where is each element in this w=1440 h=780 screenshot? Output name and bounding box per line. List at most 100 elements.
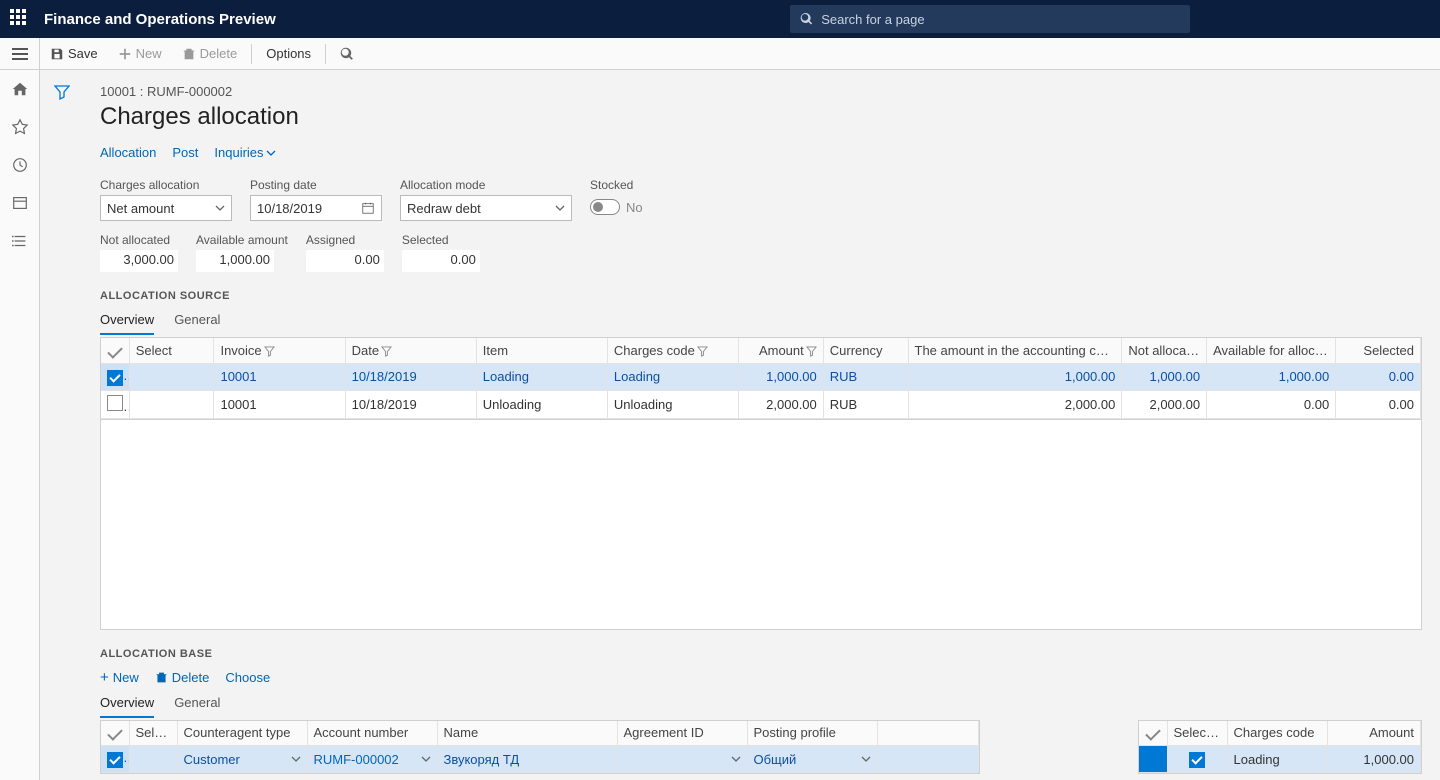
charges-allocation-select[interactable]: Net amount xyxy=(100,195,232,221)
col-invoice[interactable]: Invoice xyxy=(214,338,345,363)
base-choose-button[interactable]: Choose xyxy=(225,670,270,685)
col-charges-code[interactable]: Charges code xyxy=(607,338,738,363)
col-amount[interactable]: Amount xyxy=(739,338,824,363)
posting-date-input[interactable]: 10/18/2019 xyxy=(250,195,382,221)
source-grid: Select Invoice Date Item Charges code Am… xyxy=(100,337,1422,420)
chevron-down-icon xyxy=(291,754,301,764)
account-select[interactable]: RUMF-000002 xyxy=(314,752,431,767)
tab-overview-base[interactable]: Overview xyxy=(100,695,154,718)
col-counteragent[interactable]: Counteragent type xyxy=(177,721,307,746)
filter-icon xyxy=(264,346,275,357)
main-layout: 10001 : RUMF-000002 Charges allocation A… xyxy=(0,70,1440,780)
left-rail xyxy=(0,70,40,780)
header-fields: Charges allocation Net amount Posting da… xyxy=(100,178,1422,221)
base-delete-button[interactable]: Delete xyxy=(155,670,210,685)
stats-row: Not allocated3,000.00 Available amount1,… xyxy=(100,233,1422,272)
col-date[interactable]: Date xyxy=(345,338,476,363)
select-all-base2[interactable] xyxy=(1139,721,1167,746)
base-row[interactable]: Customer RUMF-000002 Звукоряд ТД Общий xyxy=(101,746,979,773)
workspace-icon[interactable] xyxy=(11,194,29,212)
allocation-action[interactable]: Allocation xyxy=(100,145,156,160)
row-check[interactable] xyxy=(107,752,123,768)
delete-button[interactable]: Delete xyxy=(172,38,248,70)
tab-general-base[interactable]: General xyxy=(174,695,220,718)
filter-icon[interactable] xyxy=(54,84,70,100)
stocked-toggle[interactable] xyxy=(590,199,620,215)
col-acc-amount[interactable]: The amount in the accounting currency xyxy=(908,338,1122,363)
nav-toggle[interactable] xyxy=(0,38,40,70)
hamburger-icon xyxy=(12,48,28,60)
col-account[interactable]: Account number xyxy=(307,721,437,746)
stocked-value: No xyxy=(626,200,643,215)
plus-icon xyxy=(118,47,132,61)
profile-select[interactable]: Общий xyxy=(754,752,871,767)
select-all-base[interactable] xyxy=(101,721,129,746)
posting-date-field: Posting date 10/18/2019 xyxy=(250,178,382,221)
base-new-button[interactable]: +New xyxy=(100,670,139,685)
plus-icon: + xyxy=(100,670,109,685)
app-launcher-icon[interactable] xyxy=(10,9,30,29)
save-icon xyxy=(50,47,64,61)
charges-allocation-field: Charges allocation Net amount xyxy=(100,178,232,221)
inquiries-dropdown[interactable]: Inquiries xyxy=(214,145,275,160)
tab-overview-source[interactable]: Overview xyxy=(100,312,154,335)
base-row-layout: Select Counteragent type Account number … xyxy=(100,718,1422,775)
col-not-allocated[interactable]: Not allocated xyxy=(1122,338,1207,363)
col-code2[interactable]: Charges code xyxy=(1227,721,1327,746)
base-action-bar: +New Delete Choose xyxy=(100,670,1422,685)
recent-icon[interactable] xyxy=(11,156,29,174)
home-icon[interactable] xyxy=(11,80,29,98)
search-input[interactable] xyxy=(821,12,1180,27)
modules-icon[interactable] xyxy=(11,232,29,250)
col-amount2[interactable]: Amount xyxy=(1327,721,1421,746)
counteragent-select[interactable]: Customer xyxy=(184,752,301,767)
content-area: 10001 : RUMF-000002 Charges allocation A… xyxy=(40,70,1440,780)
options-button[interactable]: Options xyxy=(256,38,321,70)
base-grid: Select Counteragent type Account number … xyxy=(100,720,980,775)
post-action[interactable]: Post xyxy=(172,145,198,160)
col-agreement[interactable]: Agreement ID xyxy=(617,721,747,746)
page-title: Charges allocation xyxy=(100,103,1422,131)
chevron-down-icon xyxy=(266,148,276,158)
col-select[interactable]: Select xyxy=(129,338,214,363)
allocation-mode-select[interactable]: Redraw debt xyxy=(400,195,572,221)
toolbar-divider xyxy=(325,44,326,64)
col-selected2[interactable]: Selected xyxy=(1167,721,1227,746)
col-name[interactable]: Name xyxy=(437,721,617,746)
toolbar-divider xyxy=(251,44,252,64)
select-all-checkbox[interactable] xyxy=(101,338,129,363)
chevron-down-icon xyxy=(861,754,871,764)
search-icon xyxy=(340,47,354,61)
available-value: 1,000.00 xyxy=(196,250,274,272)
allocation-mode-field: Allocation mode Redraw debt xyxy=(400,178,572,221)
action-toolbar: Save New Delete Options xyxy=(0,38,1440,70)
source-row[interactable]: 10001 10/18/2019 Loading Loading 1,000.0… xyxy=(101,363,1421,390)
search-icon xyxy=(800,12,813,26)
allocation-base-heading: ALLOCATION BASE xyxy=(100,648,1422,660)
col-selected[interactable]: Selected xyxy=(1336,338,1421,363)
base2-row[interactable]: Loading 1,000.00 xyxy=(1139,746,1421,773)
search-toolbar-button[interactable] xyxy=(330,38,364,70)
col-currency[interactable]: Currency xyxy=(823,338,908,363)
agreement-select[interactable] xyxy=(624,754,741,764)
tab-general-source[interactable]: General xyxy=(174,312,220,335)
source-row[interactable]: 10001 10/18/2019 Unloading Unloading 2,0… xyxy=(101,390,1421,418)
chevron-down-icon xyxy=(555,203,565,213)
col-profile[interactable]: Posting profile xyxy=(747,721,877,746)
filter-icon xyxy=(381,346,392,357)
row-check[interactable] xyxy=(107,370,123,386)
save-button[interactable]: Save xyxy=(40,38,108,70)
row-check[interactable] xyxy=(107,395,123,411)
new-button[interactable]: New xyxy=(108,38,172,70)
search-box[interactable] xyxy=(790,5,1190,33)
star-icon[interactable] xyxy=(11,118,29,136)
row-check[interactable] xyxy=(1189,752,1205,768)
brand-label: Finance and Operations Preview xyxy=(44,11,276,28)
col-avail[interactable]: Available for allocation xyxy=(1207,338,1336,363)
filter-icon xyxy=(697,346,708,357)
base-tabs: Overview General xyxy=(100,695,1422,718)
page-action-bar: Allocation Post Inquiries xyxy=(100,145,1422,160)
chevron-down-icon xyxy=(731,754,741,764)
col-select-base[interactable]: Select xyxy=(129,721,177,746)
col-item[interactable]: Item xyxy=(476,338,607,363)
